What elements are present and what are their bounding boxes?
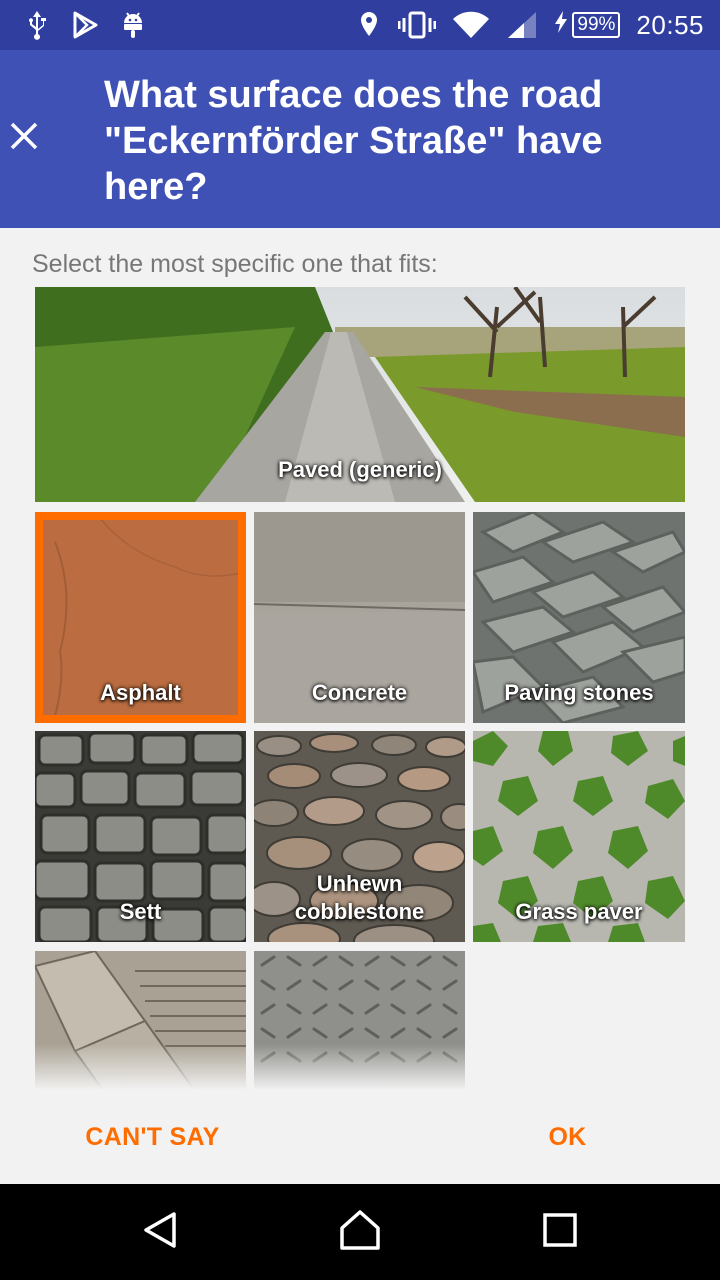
- close-button[interactable]: [0, 106, 48, 170]
- clock: 20:55: [636, 9, 704, 40]
- option-sett[interactable]: Sett: [35, 731, 246, 942]
- wifi-icon: [452, 10, 490, 40]
- battery-level: 99%: [572, 12, 621, 38]
- option-grass-paver[interactable]: Grass paver: [473, 731, 685, 942]
- close-icon: [8, 120, 40, 157]
- option-asphalt[interactable]: Asphalt: [35, 512, 246, 723]
- location-icon: [356, 10, 382, 40]
- recents-icon: [542, 1212, 578, 1253]
- navigation-bar: [0, 1184, 720, 1280]
- option-label: Paved (generic): [278, 457, 442, 482]
- surface-options-list[interactable]: Select the most specific one that fits: …: [0, 228, 720, 1090]
- home-icon: [338, 1208, 382, 1257]
- status-bar: 99% 20:55: [0, 0, 720, 50]
- vibrate-icon: [398, 10, 437, 40]
- option-label: Sett: [119, 899, 162, 924]
- hint-text: Select the most specific one that fits:: [32, 250, 438, 278]
- option-paved-generic[interactable]: Paved (generic): [35, 287, 685, 502]
- scroll-fade: [0, 1044, 720, 1090]
- recents-button[interactable]: [536, 1208, 584, 1256]
- option-concrete[interactable]: Concrete: [254, 512, 465, 723]
- charging-icon: [554, 10, 568, 40]
- page-title: What surface does the road "Eckernförder…: [104, 74, 603, 208]
- option-label: Unhewn cobblestone: [294, 871, 425, 924]
- dialog-buttons: CAN'T SAY OK: [0, 1090, 720, 1184]
- home-button[interactable]: [336, 1208, 384, 1256]
- signal-icon: [506, 10, 538, 40]
- ok-button[interactable]: OK: [315, 1090, 720, 1184]
- app-bar: What surface does the road "Eckernförder…: [0, 50, 720, 228]
- option-label: Paving stones: [504, 680, 654, 705]
- cant-say-button[interactable]: CAN'T SAY: [0, 1090, 315, 1184]
- back-icon: [140, 1210, 180, 1255]
- battery-indicator: 99%: [554, 10, 621, 40]
- option-label: Concrete: [311, 680, 408, 705]
- usb-icon: [24, 10, 50, 40]
- option-unhewn-cobblestone[interactable]: Unhewn cobblestone: [254, 731, 465, 942]
- option-paving-stones[interactable]: Paving stones: [473, 512, 685, 723]
- option-label: Grass paver: [515, 899, 643, 924]
- option-label: Asphalt: [100, 680, 181, 705]
- android-icon: [120, 10, 146, 40]
- play-store-icon: [72, 10, 98, 40]
- back-button[interactable]: [136, 1208, 184, 1256]
